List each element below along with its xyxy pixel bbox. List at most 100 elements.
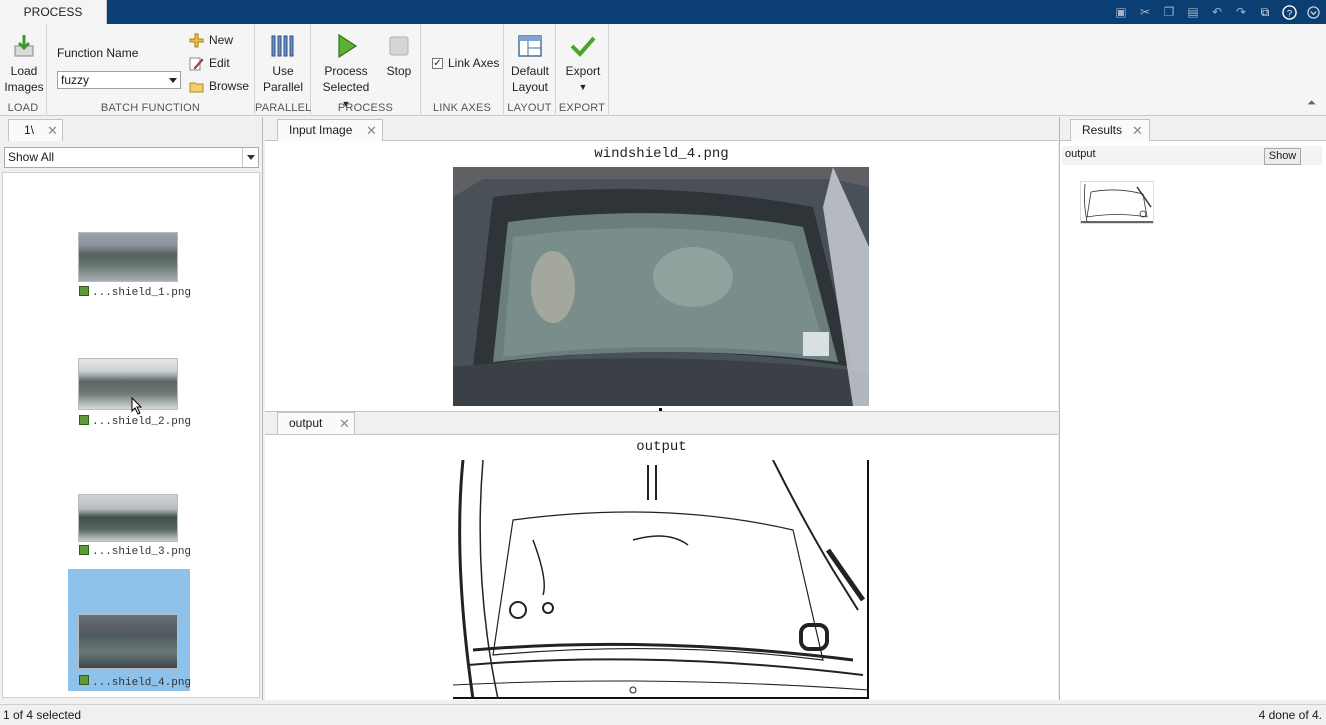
parallel-icon (269, 32, 297, 60)
copy-icon[interactable]: ❐ (1161, 4, 1177, 20)
paste-icon[interactable]: ▤ (1185, 4, 1201, 20)
undo-icon[interactable]: ↶ (1209, 4, 1225, 20)
group-label-load: LOAD (7, 102, 39, 114)
group-label-export: EXPORT (558, 102, 606, 114)
tab-results[interactable]: Results ✕ (1070, 119, 1150, 141)
collapse-ribbon-icon[interactable]: ⏶ (1307, 97, 1316, 110)
dropdown-arrow-icon: ▼ (578, 82, 588, 92)
status-done-icon (79, 545, 89, 555)
status-done-icon (79, 286, 89, 296)
export-button[interactable]: Export ▼ (560, 32, 606, 95)
mouse-cursor-icon (131, 396, 143, 418)
filter-value: Show All (8, 150, 55, 164)
chevron-down-icon (242, 148, 258, 167)
function-name-select[interactable]: fuzzy (57, 71, 181, 89)
group-export: Export ▼ EXPORT (556, 24, 609, 116)
results-field-label: output (1065, 148, 1096, 160)
function-name-label: Function Name (57, 46, 139, 60)
new-label: New (209, 33, 234, 47)
folder-tab-label: 1\ (24, 123, 35, 137)
help-icon[interactable]: ? (1281, 4, 1297, 20)
list-item[interactable]: ...shield_2.png (78, 358, 191, 430)
output-image[interactable] (453, 460, 869, 699)
group-label-layout: LAYOUT (507, 102, 552, 114)
input-tab-label: Input Image (289, 123, 353, 137)
load-label-2: Images (4, 80, 44, 94)
stop-icon (385, 32, 413, 60)
thumbnail-image (78, 232, 178, 282)
show-button[interactable]: Show (1264, 148, 1301, 165)
close-icon[interactable]: ✕ (1132, 120, 1143, 141)
new-icon (189, 33, 204, 48)
thumbnail-label: ...shield_1.png (92, 287, 192, 299)
filter-select[interactable]: Show All (4, 147, 259, 168)
load-images-icon (10, 32, 38, 60)
group-process: Process Selected ▼ Stop PROCESS (311, 24, 421, 116)
list-item[interactable]: ...shield_1.png (78, 232, 192, 302)
edit-button[interactable]: Edit (189, 54, 230, 72)
default-layout-button[interactable]: Default Layout (506, 32, 554, 95)
layout-label-2: Layout (511, 80, 549, 94)
use-parallel-button[interactable]: Use Parallel (259, 32, 307, 95)
group-load: Load Images LOAD (0, 24, 47, 116)
link-axes-checkbox[interactable]: ✓ Link Axes (432, 54, 499, 72)
input-image[interactable] (453, 167, 869, 406)
group-layout: Default Layout LAYOUT (504, 24, 556, 116)
process-label-1: Process (324, 64, 368, 78)
tab-input-image[interactable]: Input Image ✕ (277, 119, 383, 141)
tab-output[interactable]: output ✕ (277, 412, 355, 434)
group-label-batch: BATCH FUNCTION (100, 102, 201, 114)
tab-process[interactable]: PROCESS (0, 0, 107, 25)
chevron-down-icon (169, 78, 177, 83)
result-thumbnail[interactable] (1080, 181, 1154, 224)
close-icon[interactable]: ✕ (339, 413, 350, 434)
results-tab-label: Results (1082, 123, 1123, 137)
export-label: Export (565, 64, 601, 78)
output-image-title: output (636, 439, 687, 455)
browse-label: Browse (209, 79, 250, 93)
layout-icon (516, 32, 544, 60)
browse-button[interactable]: Browse (189, 77, 249, 95)
redo-icon[interactable]: ↷ (1233, 4, 1249, 20)
process-label-2: Selected (322, 80, 370, 94)
input-image-title: windshield_4.png (594, 146, 729, 162)
close-icon[interactable]: ✕ (366, 120, 377, 141)
group-link-axes: ✓ Link Axes LINK AXES (421, 24, 504, 116)
layout-label-1: Default (510, 64, 550, 78)
switch-windows-icon[interactable]: ⧉ (1257, 4, 1273, 20)
status-bar: 1 of 4 selected 4 done of 4. (0, 704, 1326, 724)
selection-status: 1 of 4 selected (3, 708, 82, 722)
new-button[interactable]: New (189, 31, 233, 49)
list-item-selected[interactable]: ...shield_4.png (68, 569, 192, 691)
parallel-label-2: Parallel (262, 80, 304, 94)
output-tab-label: output (289, 416, 323, 430)
processing-status: 4 done of 4. (1258, 708, 1322, 722)
group-parallel: Use Parallel PARALLEL (255, 24, 311, 116)
output-tab-strip (265, 411, 1058, 435)
list-item[interactable]: ...shield_3.png (78, 494, 192, 560)
process-selected-button[interactable]: Process Selected ▼ (317, 32, 375, 112)
load-images-button[interactable]: Load Images (2, 32, 46, 95)
thumbnail-label: ...shield_4.png (92, 677, 192, 689)
save-icon[interactable]: ▣ (1113, 4, 1129, 20)
checkmark-icon (569, 32, 597, 60)
play-icon (332, 32, 360, 60)
stop-label: Stop (386, 64, 412, 78)
cut-icon[interactable]: ✂ (1137, 4, 1153, 20)
close-icon[interactable]: ✕ (47, 120, 58, 141)
stop-button[interactable]: Stop (381, 32, 417, 79)
thumbnail-image (78, 614, 178, 669)
thumbnail-label: ...shield_3.png (92, 546, 192, 558)
group-label-parallel: PARALLEL (255, 102, 312, 114)
options-icon[interactable] (1305, 4, 1321, 20)
svg-text:?: ? (1286, 8, 1291, 18)
input-tab-strip (265, 117, 1058, 141)
folder-icon (189, 79, 204, 94)
checkbox-checked-icon: ✓ (432, 57, 443, 69)
edit-label: Edit (209, 56, 230, 70)
thumbnail-image (78, 494, 178, 542)
tab-folder[interactable]: 1\ ✕ (8, 119, 63, 141)
thumbnail-image (78, 358, 178, 410)
load-label-1: Load (10, 64, 38, 78)
edit-icon (189, 56, 204, 71)
